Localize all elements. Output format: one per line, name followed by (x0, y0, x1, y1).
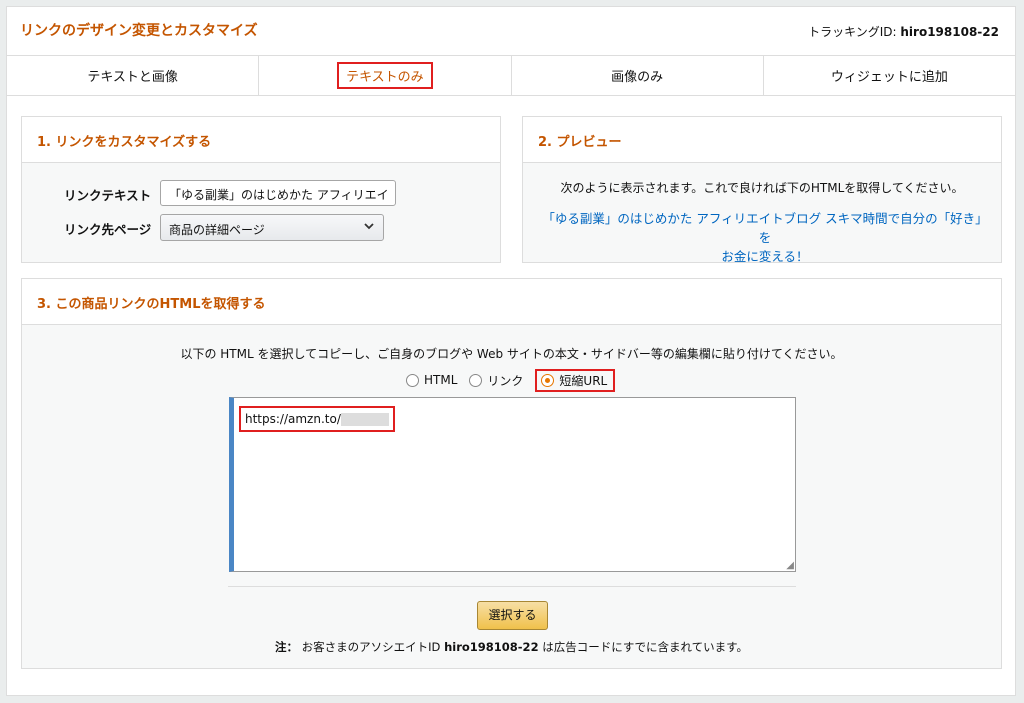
customize-heading: 1. リンクをカスタマイズする (22, 117, 500, 163)
divider (228, 586, 796, 587)
preview-heading: 2. プレビュー (523, 117, 1001, 163)
tab-image-only[interactable]: 画像のみ (511, 56, 764, 95)
resize-handle-icon[interactable]: ◢ (786, 561, 794, 571)
preview-link-line2: お金に変える！ (721, 249, 809, 264)
code-value: https://amzn.to/ (245, 412, 341, 426)
customize-section: 1. リンクをカスタマイズする リンクテキスト 「ゆる副業」のはじめかた アフィ… (21, 116, 501, 263)
get-html-heading: 3. この商品リンクのHTMLを取得する (22, 279, 1001, 325)
associate-note: 注： お客さまのアソシエイトID hiro198108-22 は広告コードにすで… (22, 639, 1001, 655)
tab-label: ウィジェットに追加 (830, 70, 948, 85)
main-panel: リンクのデザイン変更とカスタマイズ トラッキングID: hiro198108-2… (6, 6, 1016, 696)
radio-link[interactable]: リンク (469, 372, 523, 389)
select-button[interactable]: 選択する (477, 601, 548, 630)
link-text-input[interactable]: 「ゆる副業」のはじめかた アフィリエイ (160, 180, 396, 206)
format-radio-group: HTML リンク 短縮URL (406, 368, 616, 392)
customize-body: リンクテキスト 「ゆる副業」のはじめかた アフィリエイ リンク先ページ 商品の詳… (22, 163, 500, 262)
tracking-id-value: hiro198108-22 (900, 25, 999, 39)
radio-short-url[interactable]: 短縮URL (535, 368, 616, 392)
radio-label: HTML (424, 373, 458, 387)
tracking-label: トラッキングID: (808, 25, 901, 39)
link-text-label: リンクテキスト (64, 188, 152, 203)
radio-circle-icon (406, 373, 419, 387)
note-text1: お客さまのアソシエイトID (298, 640, 445, 654)
get-html-section: 3. この商品リンクのHTMLを取得する 以下の HTML を選択してコピーし、… (21, 278, 1002, 669)
preview-body: 次のように表示されます。これで良ければ下のHTMLを取得してください。 「ゆる副… (523, 163, 1001, 264)
link-dest-value: 商品の詳細ページ (169, 223, 265, 237)
preview-description: 次のように表示されます。これで良ければ下のHTMLを取得してください。 (560, 181, 964, 195)
radio-circle-icon (469, 373, 483, 387)
redacted-block (340, 413, 389, 426)
tab-label: テキストと画像 (87, 70, 178, 85)
instructions: 以下の HTML を選択してコピーし、ご自身のブログや Web サイトの本文・サ… (180, 347, 843, 361)
link-dest-select[interactable]: 商品の詳細ページ (160, 214, 384, 241)
radio-label: 短縮URL (559, 373, 608, 388)
note-text2: は広告コードにすでに含まれています。 (538, 640, 748, 654)
tab-bar: テキストと画像 テキストのみ 画像のみ ウィジェットに追加 (7, 56, 1015, 96)
link-dest-label: リンク先ページ (64, 222, 152, 237)
html-code-textarea[interactable]: https://amzn.to/ ◢ (229, 397, 796, 572)
page-title: リンクのデザイン変更とカスタマイズ (20, 23, 258, 39)
preview-section: 2. プレビュー 次のように表示されます。これで良ければ下のHTMLを取得してく… (522, 116, 1002, 264)
tab-label: テキストのみ (337, 62, 433, 89)
radio-html[interactable]: HTML (406, 373, 457, 387)
preview-link-line1: 「ゆる副業」のはじめかた アフィリエイトブログ スキマ時間で自分の「好き」を (542, 211, 988, 245)
tab-add-to-widget[interactable]: ウィジェットに追加 (763, 56, 1015, 95)
radio-checked-icon (541, 373, 555, 387)
preview-link[interactable]: 「ゆる副業」のはじめかた アフィリエイトブログ スキマ時間で自分の「好き」を お… (539, 209, 991, 266)
note-prefix: 注： (275, 640, 299, 654)
radio-label: リンク (487, 373, 524, 388)
get-html-body: 以下の HTML を選択してコピーし、ご自身のブログや Web サイトの本文・サ… (22, 325, 1001, 668)
tab-label: 画像のみ (611, 70, 664, 85)
tab-text-and-image[interactable]: テキストと画像 (7, 56, 260, 95)
note-id: hiro198108-22 (444, 640, 539, 654)
page-header: リンクのデザイン変更とカスタマイズ トラッキングID: hiro198108-2… (7, 7, 1015, 56)
chevron-down-icon (363, 219, 375, 236)
code-text: https://amzn.to/ (239, 406, 395, 432)
tracking-id: トラッキングID: hiro198108-22 (808, 23, 999, 40)
tab-text-only[interactable]: テキストのみ (259, 56, 512, 95)
